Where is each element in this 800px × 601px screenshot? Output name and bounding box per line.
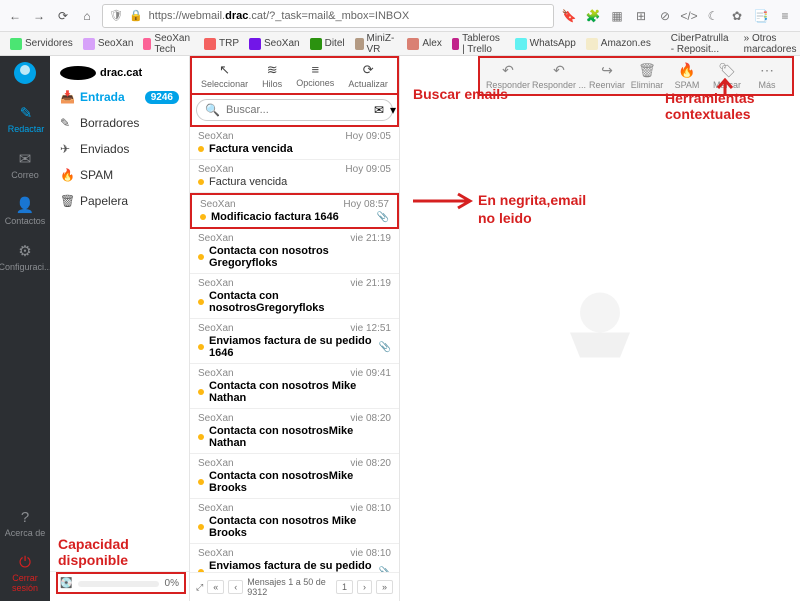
- message-list-panel: ↖Seleccionar ≋Hilos ≡Opciones ⟳Actualizar 🔍…: [190, 56, 400, 601]
- bookmarks-bar: ServidoresSeoXanSeoXan TechTRPSeoXanDite…: [0, 32, 800, 56]
- disk-icon: 💽: [60, 578, 72, 589]
- message-row[interactable]: SeoXanvie 08:20Contacta con nosotrosMike…: [190, 409, 399, 454]
- folder-spam[interactable]: 🔥SPAM: [50, 162, 189, 188]
- search-input[interactable]: [226, 104, 368, 116]
- folder-entrada[interactable]: 📥Entrada9246: [50, 84, 189, 110]
- browser-extensions: 🔖 🧩 ▦ ⊞ ⊘ </> ☾ ✿ 📑 ≡: [560, 7, 794, 25]
- shield-icon: 🛡: [109, 9, 123, 22]
- bookmark-item[interactable]: MiniZ-VR: [351, 32, 402, 56]
- ctx-reenviar[interactable]: ↪Reenviar: [588, 62, 626, 90]
- folder-borradores[interactable]: ✎Borradores: [50, 110, 189, 136]
- app-logo: [12, 60, 38, 86]
- tool-opciones[interactable]: ≡Opciones: [296, 62, 334, 89]
- expand-icon[interactable]: ⤢: [196, 582, 203, 593]
- app-sidebar: ✎Redactar✉Correo👤Contactos⚙Configuraci..…: [0, 56, 50, 601]
- folder-papelera[interactable]: 🗑Papelera: [50, 188, 189, 214]
- ctx-responder ...[interactable]: ↶Responder ...: [532, 62, 586, 90]
- nav-contactos[interactable]: 👤Contactos: [0, 188, 52, 234]
- nav-correo[interactable]: ✉Correo: [0, 142, 52, 188]
- pager-next[interactable]: ›: [357, 580, 372, 594]
- bookmark-item[interactable]: SeoXan Tech: [139, 32, 198, 56]
- tool-actualizar[interactable]: ⟳Actualizar: [348, 62, 388, 89]
- message-row[interactable]: SeoXanvie 21:19Contacta con nosotros Gre…: [190, 229, 399, 274]
- ext-icon[interactable]: ⊞: [632, 7, 650, 25]
- ctx-spam[interactable]: 🔥SPAM: [668, 62, 706, 90]
- bookmark-item[interactable]: Alex: [403, 36, 445, 52]
- pager-prev[interactable]: ‹: [228, 580, 243, 594]
- message-row[interactable]: SeoXanHoy 09:05Factura vencida: [190, 160, 399, 193]
- ext-icon[interactable]: ✿: [728, 7, 746, 25]
- bookmarks-overflow[interactable]: » Otros marcadores: [740, 32, 800, 56]
- bookmark-item[interactable]: SeoXan: [245, 36, 304, 52]
- ext-icon[interactable]: 📑: [752, 7, 770, 25]
- menu-icon[interactable]: ≡: [776, 7, 794, 25]
- browser-toolbar: ← → ⟳ ⌂ 🛡 🔒 https://webmail.drac.cat/?_t…: [0, 0, 800, 32]
- chevron-down-icon[interactable]: ▾: [390, 103, 396, 117]
- url-text: https://webmail.drac.cat/?_task=mail&_mb…: [149, 10, 410, 22]
- attachment-icon: 📎: [379, 342, 391, 353]
- nav-configuraci...[interactable]: ⚙Configuraci...: [0, 234, 52, 280]
- pager-page[interactable]: 1: [336, 580, 353, 594]
- bookmark-item[interactable]: WhatsApp: [511, 36, 580, 52]
- ext-icon[interactable]: 🔖: [560, 7, 578, 25]
- ctx-marcar[interactable]: 🏷Marcar: [708, 62, 746, 90]
- reload-icon[interactable]: ⟳: [54, 7, 72, 25]
- tool-seleccionar[interactable]: ↖Seleccionar: [201, 62, 248, 89]
- nav-cerrar sesión[interactable]: ⏻Cerrar sesión: [0, 546, 50, 601]
- list-toolbar: ↖Seleccionar ≋Hilos ≡Opciones ⟳Actualizar: [190, 56, 399, 95]
- bookmark-item[interactable]: Tableros | Trello: [448, 32, 509, 56]
- pager-last[interactable]: »: [376, 580, 393, 594]
- bookmark-item[interactable]: Ditel: [306, 36, 349, 52]
- empty-placeholder: [555, 282, 645, 375]
- ext-icon[interactable]: ⊘: [656, 7, 674, 25]
- bookmark-item[interactable]: Amazon.es: [582, 36, 655, 52]
- lock-icon: 🔒: [129, 9, 143, 22]
- account-brand: drac.cat: [50, 62, 189, 84]
- message-row[interactable]: SeoXanvie 08:10Contacta con nosotros Mik…: [190, 499, 399, 544]
- message-row[interactable]: SeoXanHoy 09:05Factura vencida: [190, 127, 399, 160]
- ext-icon[interactable]: ▦: [608, 7, 626, 25]
- ctx-más[interactable]: ⋯Más: [748, 62, 786, 90]
- message-row[interactable]: SeoXanvie 08:20Contacta con nosotrosMike…: [190, 454, 399, 499]
- message-row[interactable]: SeoXanHoy 08:57Modificacio factura 1646📎: [190, 193, 399, 229]
- folder-panel: drac.cat 📥Entrada9246✎Borradores✈Enviado…: [50, 56, 190, 601]
- storage-indicator: 💽 0%: [50, 571, 189, 595]
- folder-enviados[interactable]: ✈Enviados: [50, 136, 189, 162]
- context-toolbar: ↶Responder↶Responder ...↪Reenviar🗑Elimin…: [478, 56, 794, 96]
- ctx-responder[interactable]: ↶Responder: [486, 62, 530, 90]
- home-icon[interactable]: ⌂: [78, 7, 96, 25]
- ext-icon[interactable]: 🧩: [584, 7, 602, 25]
- ext-icon[interactable]: ☾: [704, 7, 722, 25]
- url-bar[interactable]: 🛡 🔒 https://webmail.drac.cat/?_task=mail…: [102, 4, 554, 28]
- search-bar: 🔍 ✉ ▾: [190, 95, 399, 127]
- forward-icon[interactable]: →: [30, 7, 48, 25]
- message-row[interactable]: SeoXanvie 12:51Enviamos factura de su pe…: [190, 319, 399, 364]
- bookmark-item[interactable]: TRP: [200, 36, 243, 52]
- nav-acerca de[interactable]: ?Acerca de: [0, 501, 50, 546]
- pager-first[interactable]: «: [207, 580, 224, 594]
- message-row[interactable]: SeoXanvie 09:41Contacta con nosotros Mik…: [190, 364, 399, 409]
- tool-hilos[interactable]: ≋Hilos: [262, 62, 282, 89]
- bookmark-item[interactable]: SeoXan: [79, 36, 138, 52]
- bookmark-item[interactable]: Servidores: [6, 36, 77, 52]
- attachment-icon: 📎: [377, 212, 389, 223]
- preview-panel: ↶Responder↶Responder ...↪Reenviar🗑Elimin…: [400, 56, 800, 601]
- message-row[interactable]: SeoXanvie 08:10Enviamos factura de su pe…: [190, 544, 399, 572]
- mail-icon[interactable]: ✉: [374, 103, 384, 117]
- nav-redactar[interactable]: ✎Redactar: [0, 96, 52, 142]
- message-list: SeoXanHoy 09:05Factura vencidaSeoXanHoy …: [190, 127, 399, 572]
- search-icon: 🔍: [205, 103, 220, 117]
- back-icon[interactable]: ←: [6, 7, 24, 25]
- ctx-eliminar[interactable]: 🗑Eliminar: [628, 62, 666, 90]
- pager: ⤢ « ‹ Mensajes 1 a 50 de 9312 1 › »: [190, 572, 399, 601]
- ext-icon[interactable]: </>: [680, 7, 698, 25]
- bookmark-item[interactable]: CiberPatrulla - Reposit...: [657, 32, 738, 56]
- message-row[interactable]: SeoXanvie 21:19Contacta con nosotrosGreg…: [190, 274, 399, 319]
